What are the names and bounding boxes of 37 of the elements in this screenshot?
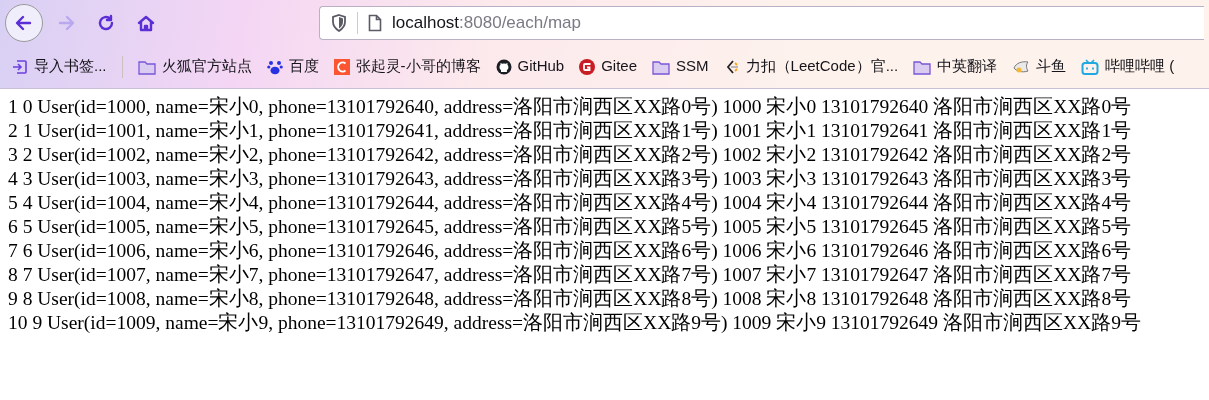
back-button[interactable] — [5, 3, 43, 42]
g-logo-icon — [579, 58, 596, 75]
url-text: localhost:8080/each/map — [392, 11, 582, 34]
cat-silhouette-icon — [495, 58, 512, 75]
folder-icon — [137, 58, 156, 75]
bookmark-item[interactable]: Gitee — [579, 55, 638, 78]
tv-icon — [1081, 58, 1100, 75]
import-icon — [12, 58, 28, 75]
output-line: 2 1 User(id=1001, name=宋小1, phone=13101792641, address=洛阳市涧西区XX路1号) 1001 宋小1 13101792641 洛阳市涧西区XX路1号 — [8, 119, 1132, 143]
output-line: 10 9 User(id=1009, name=宋小9, phone=13101792649, address=洛阳市涧西区XX路9号) 1009 宋小9 13101792649 洛阳市涧西区XX路9号 — [8, 311, 1141, 335]
bookmark-item[interactable]: 张起灵-小哥的博客 — [333, 55, 481, 78]
output-line: 4 3 User(id=1003, name=宋小3, phone=13101792643, address=洛阳市涧西区XX路3号) 1003 宋小3 13101792643 洛阳市涧西区XX路3号 — [8, 167, 1132, 191]
folder-icon — [652, 58, 671, 75]
shield-icon — [331, 13, 347, 32]
paw-icon — [266, 58, 283, 75]
output-line: 6 5 User(id=1005, name=宋小5, phone=13101792645, address=洛阳市涧西区XX路5号) 1005 宋小5 13101792645 洛阳市涧西区XX路5号 — [8, 215, 1132, 239]
bookmark-item[interactable]: 斗鱼 — [1012, 55, 1067, 78]
output-line: 9 8 User(id=1008, name=宋小8, phone=13101792648, address=洛阳市涧西区XX路8号) 1008 宋小8 13101792648 洛阳市涧西区XX路8号 — [8, 287, 1132, 311]
page-icon — [368, 13, 382, 32]
bookmark-item[interactable]: 火狐官方站点 — [137, 55, 252, 78]
output-line: 1 0 User(id=1000, name=宋小0, phone=13101792640, address=洛阳市涧西区XX路0号) 1000 宋小0 13101792640 洛阳市涧西区XX路0号 — [8, 95, 1132, 119]
c-logo-icon — [333, 58, 350, 75]
reload-icon — [96, 12, 116, 33]
bookmark-item[interactable]: 哔哩哔哩 ( — [1081, 55, 1175, 78]
fish-icon — [1012, 58, 1031, 75]
bookmark-item[interactable]: 中英翻译 — [913, 55, 998, 78]
address-bar[interactable]: localhost:8080/each/map — [319, 5, 1204, 40]
bookmark-item[interactable]: 百度 — [266, 55, 319, 78]
output-line: 8 7 User(id=1007, name=宋小7, phone=13101792647, address=洛阳市涧西区XX路7号) 1007 宋小7 13101792647 洛阳市涧西区XX路7号 — [8, 263, 1132, 287]
bookmark-item[interactable]: GitHub — [495, 55, 565, 78]
bookmark-item[interactable]: 导入书签... — [12, 55, 107, 78]
folder-icon — [913, 58, 932, 75]
output-line: 3 2 User(id=1002, name=宋小2, phone=13101792642, address=洛阳市涧西区XX路2号) 1002 宋小2 13101792642 洛阳市涧西区XX路2号 — [8, 143, 1132, 167]
bookmark-item[interactable]: SSM — [652, 55, 709, 78]
bookmark-item[interactable]: 力扣（LeetCode）官... — [723, 55, 899, 78]
output-line: 5 4 User(id=1004, name=宋小4, phone=13101792644, address=洛阳市涧西区XX路4号) 1004 宋小4 13101792644 洛阳市涧西区XX路4号 — [8, 191, 1132, 215]
output-line: 7 6 User(id=1006, name=宋小6, phone=13101792646, address=洛阳市涧西区XX路6号) 1006 宋小6 13101792646 洛阳市涧西区XX路6号 — [8, 239, 1132, 263]
